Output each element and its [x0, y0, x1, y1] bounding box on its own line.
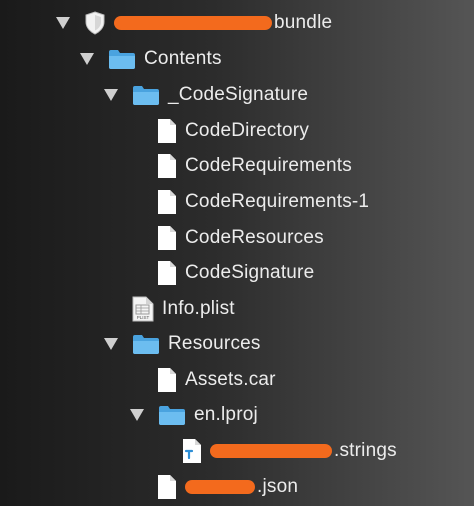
folder-icon [158, 404, 186, 426]
redaction-mark [185, 479, 255, 494]
tree-row-label: .json [185, 476, 298, 498]
document-icon [157, 189, 177, 215]
tree-row-code-signature-file[interactable]: CodeSignature [157, 255, 314, 291]
redaction-mark [210, 443, 332, 458]
tree-row-info-plist[interactable]: PLIST Info.plist [132, 291, 235, 327]
tree-row-label: CodeRequirements-1 [185, 191, 370, 212]
tree-row-bundle[interactable]: bundle [56, 5, 332, 41]
redaction-mark [114, 15, 272, 30]
tree-row-code-requirements[interactable]: CodeRequirements [157, 148, 352, 184]
tree-row-en-lproj-folder[interactable]: en.lproj [130, 397, 258, 433]
tree-row-label: CodeRequirements [185, 155, 352, 176]
tree-row-code-directory[interactable]: CodeDirectory [157, 113, 309, 149]
document-icon [157, 118, 177, 144]
tree-row-code-resources[interactable]: CodeResources [157, 220, 324, 256]
tree-row-label: CodeResources [185, 227, 324, 248]
tree-row-label: bundle [114, 12, 332, 34]
tree-row-label: Assets.car [185, 369, 276, 390]
document-icon [157, 260, 177, 286]
tree-row-label: _CodeSignature [168, 84, 309, 105]
tree-row-label: Contents [144, 48, 222, 69]
tree-row-label: CodeDirectory [185, 120, 310, 141]
document-icon [157, 153, 177, 179]
tree-row-label: CodeSignature [185, 262, 315, 283]
folder-icon [108, 48, 136, 70]
disclosure-triangle-icon[interactable] [104, 338, 118, 350]
tree-row-label: Info.plist [162, 298, 235, 319]
tree-row-resources-folder[interactable]: Resources [104, 326, 261, 362]
tree-row-label: Resources [168, 333, 261, 354]
disclosure-triangle-icon[interactable] [104, 89, 118, 101]
plist-icon-caption: PLIST [137, 315, 150, 320]
disclosure-triangle-icon[interactable] [56, 17, 70, 29]
tree-row-assets-car[interactable]: Assets.car [157, 362, 276, 398]
tree-row-code-signature-folder[interactable]: _CodeSignature [104, 77, 308, 113]
bundle-shield-icon [84, 11, 106, 35]
tree-row-code-requirements-1[interactable]: CodeRequirements-1 [157, 184, 369, 220]
plist-file-icon: PLIST [132, 296, 154, 322]
document-icon [157, 474, 177, 500]
folder-icon [132, 84, 160, 106]
document-icon [157, 367, 177, 393]
folder-icon [132, 333, 160, 355]
tree-row-contents[interactable]: Contents [80, 41, 222, 77]
tree-row-label: en.lproj [194, 404, 258, 425]
tree-row-label: .strings [210, 440, 397, 462]
strings-file-icon [182, 438, 202, 464]
document-icon [157, 225, 177, 251]
tree-row-strings-file[interactable]: .strings [182, 433, 397, 469]
file-tree: bundle Contents _CodeSignature CodeDirec… [0, 0, 474, 506]
tree-row-json-file[interactable]: .json [157, 469, 298, 505]
disclosure-triangle-icon[interactable] [130, 409, 144, 421]
disclosure-triangle-icon[interactable] [80, 53, 94, 65]
